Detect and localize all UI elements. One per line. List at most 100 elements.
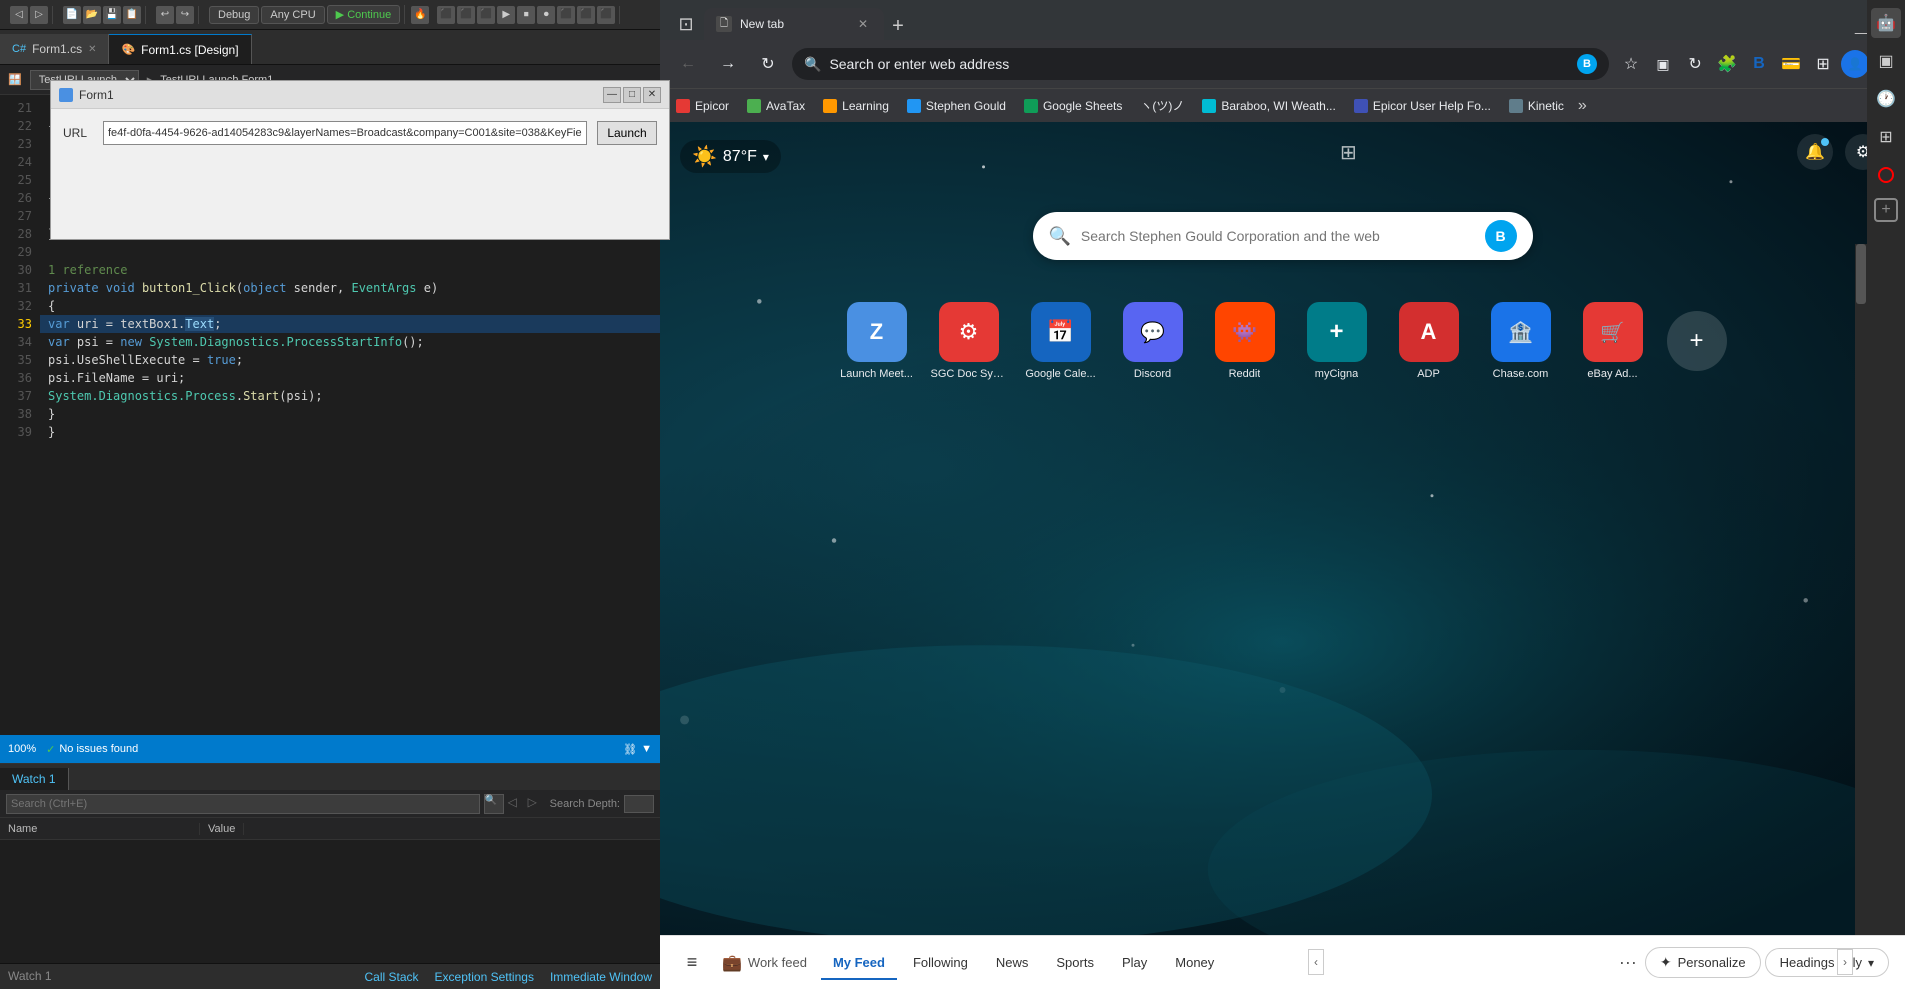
vs-tool2[interactable]: ⬛ [457,6,475,24]
vs-new-btn[interactable]: 📄 [63,6,81,24]
ln-24: 24 [0,153,32,171]
bookmark-stephen-gould[interactable]: Stephen Gould [899,93,1014,119]
watch-next-btn[interactable]: ▷ [528,795,546,813]
newtab-search-box[interactable]: 🔍 B [1033,212,1533,260]
vs-back-btn[interactable]: ◁ [10,6,28,24]
browser-address-bar[interactable]: 🔍 Search or enter web address B [792,48,1609,80]
weather-widget[interactable]: ☀️ 87°F ▾ [680,140,781,173]
bookmark-kinetic[interactable]: Kinetic [1501,93,1572,119]
app-discord[interactable]: 💬 Discord [1115,302,1191,380]
edge-sidebar-add-btn[interactable]: + [1874,198,1898,222]
browser-bing-btn[interactable]: B [1745,50,1773,78]
app-adp[interactable]: A ADP [1391,302,1467,380]
form1-minimize-btn[interactable]: — [603,87,621,103]
feed-more-btn[interactable]: ··· [1615,948,1641,977]
feed-scroll-left-btn[interactable]: ‹ [1308,949,1324,975]
browser-sidebar-btn[interactable]: ⊞ [1809,50,1837,78]
browser-wallet-btn[interactable]: 💳 [1777,50,1805,78]
app-sgc-doc[interactable]: ⚙ SGC Doc Sys... [931,302,1007,380]
newtab-notification-btn[interactable]: 🔔 [1797,134,1833,170]
feed-myfeed-tab[interactable]: My Feed [821,949,897,976]
newtab-search-input[interactable] [1081,228,1475,244]
vs-tool6[interactable]: ⏺ [537,6,555,24]
vs-redo-btn[interactable]: ↪ [176,6,194,24]
app-google-cal[interactable]: 📅 Google Cale... [1023,302,1099,380]
vs-tool3[interactable]: ⬛ [477,6,495,24]
vs-undo-btn[interactable]: ↩ [156,6,174,24]
vs-save-all-btn[interactable]: 📋 [123,6,141,24]
browser-star-btn[interactable]: ☆ [1617,50,1645,78]
weather-sun-icon: ☀️ [692,144,717,169]
watch-tab-1[interactable]: Watch 1 [0,768,69,790]
watch-search-btn[interactable]: 🔍 [484,794,504,814]
vs-tool1[interactable]: ⬛ [437,6,455,24]
feed-sports-tab[interactable]: Sports [1044,949,1106,976]
vs-filter-btn[interactable]: ▼ [641,743,652,756]
bookmark-epicor[interactable]: Epicor [668,93,737,119]
app-ebay[interactable]: 🛒 eBay Ad... [1575,302,1651,380]
edge-sidebar-history-btn[interactable]: 🕐 [1871,84,1901,114]
vs-continue-btn[interactable]: ▶ Continue [327,5,401,24]
form1-launch-button[interactable]: Launch [597,121,657,145]
vs-tool5[interactable]: ⏹ [517,6,535,24]
feed-scroll-right-btn[interactable]: › [1837,949,1853,975]
vs-forward-btn[interactable]: ▷ [30,6,48,24]
browser-forward-btn[interactable]: → [712,48,744,80]
app-reddit[interactable]: 👾 Reddit [1207,302,1283,380]
vs-cpu-dropdown[interactable]: Any CPU [261,6,324,24]
app-add-btn[interactable]: + [1667,311,1727,371]
browser-refresh-btn[interactable]: ↻ [752,48,784,80]
watch-depth-input[interactable] [624,795,654,813]
vs-open-btn[interactable]: 📂 [83,6,101,24]
bookmark-google-sheets[interactable]: Google Sheets [1016,93,1130,119]
browser-active-tab[interactable]: 🗋 New tab ✕ [704,8,884,40]
vs-debug-dropdown[interactable]: Debug [209,6,259,24]
form1-url-input[interactable] [103,121,587,145]
bookmark-learning[interactable]: Learning [815,93,897,119]
app-launch-meet[interactable]: Z Launch Meet... [839,302,915,380]
watch-search-input[interactable] [6,794,480,814]
app-chase[interactable]: 🏦 Chase.com [1483,302,1559,380]
newtab-scroll-thumb[interactable] [1856,244,1866,304]
feed-workfeed-tab[interactable]: 💼 Work feed [712,947,817,979]
feed-news-tab[interactable]: News [984,949,1041,976]
newtab-bing-search-btn[interactable]: B [1485,220,1517,252]
form1-title-bar[interactable]: Form1 — □ ✕ [51,81,669,109]
feed-personalize-btn[interactable]: ✦ Personalize [1645,947,1761,978]
bookmark-avatax[interactable]: AvaTax [739,93,813,119]
vs-tab-form1cs[interactable]: C# Form1.cs ✕ [0,34,109,64]
vs-tool4[interactable]: ▶ [497,6,515,24]
browser-profile-btn[interactable]: 👤 [1841,50,1869,78]
edge-sidebar-apps-btn[interactable]: ⊞ [1871,122,1901,152]
vs-tool8[interactable]: ⬛ [577,6,595,24]
feed-headings-dropdown[interactable]: Headings only ▾ [1765,948,1889,977]
bookmark-emoji[interactable]: ヽ(ツ)ノ [1132,93,1192,119]
browser-back-btn[interactable]: ← [672,48,704,80]
vs-tool7[interactable]: ⬛ [557,6,575,24]
vs-save-btn[interactable]: 💾 [103,6,121,24]
browser-new-tab-btn[interactable]: + [884,12,912,40]
feed-play-tab[interactable]: Play [1110,949,1159,976]
feed-following-tab[interactable]: Following [901,949,980,976]
edge-sidebar-copilot-btn[interactable]: 🤖 [1871,8,1901,38]
feed-menu-icon-btn[interactable]: ≡ [676,947,708,979]
form1-close-btn[interactable]: ✕ [643,87,661,103]
newtab-scrollbar[interactable] [1855,244,1867,935]
bookmark-baraboo[interactable]: Baraboo, WI Weath... [1194,93,1344,119]
watch-prev-btn[interactable]: ◁ [508,795,526,813]
browser-extensions-btn[interactable]: 🧩 [1713,50,1741,78]
app-mycigna[interactable]: + myCigna [1299,302,1375,380]
feed-money-tab[interactable]: Money [1163,949,1226,976]
vs-tab-close-form1cs[interactable]: ✕ [88,44,96,55]
edge-sidebar-collections-btn[interactable]: ▣ [1871,46,1901,76]
bookmark-more-btn[interactable]: » [1574,97,1591,115]
form1-maximize-btn[interactable]: □ [623,87,641,103]
vs-tool9[interactable]: ⬛ [597,6,615,24]
browser-browser-refresh-icon[interactable]: ↻ [1681,50,1709,78]
browser-tab-close-btn[interactable]: ✕ [854,15,872,33]
newtab-grid-icon-btn[interactable]: ⊞ [1340,140,1357,165]
edge-sidebar-circle-btn[interactable] [1871,160,1901,190]
browser-collections-btn[interactable]: ▣ [1649,50,1677,78]
vs-tab-form1-design[interactable]: 🎨 Form1.cs [Design] [109,34,251,64]
bookmark-epicor-forum[interactable]: Epicor User Help Fo... [1346,93,1499,119]
